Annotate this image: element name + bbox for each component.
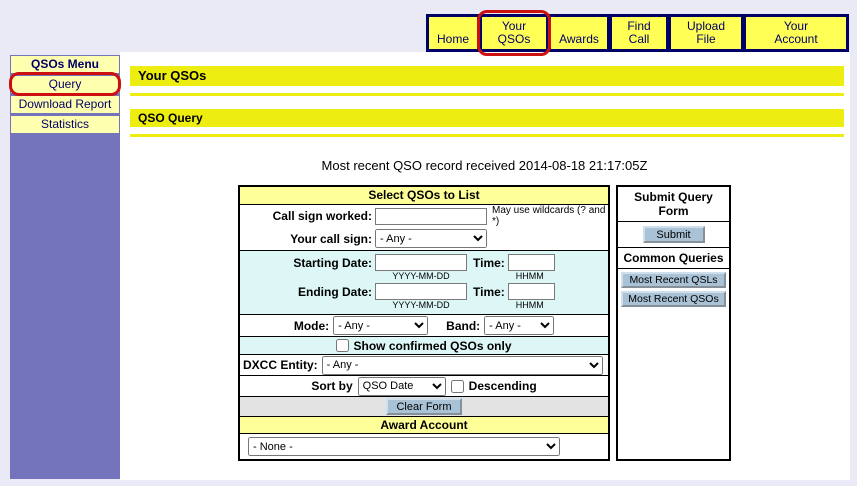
tab-awards[interactable]: Awards [551, 17, 607, 49]
submit-row: Submit [618, 222, 729, 248]
sidebar-item-download-report-label: Download Report [19, 97, 112, 111]
mode-select[interactable]: - Any - [333, 316, 428, 335]
tab-home-label: Home [437, 33, 469, 46]
wildcards-note: May use wildcards (? and *) [492, 205, 608, 227]
your-call-sign-select[interactable]: - Any - [375, 229, 487, 248]
sidebar-item-download-report[interactable]: Download Report [11, 96, 119, 113]
form-header: Select QSOs to List [240, 187, 608, 204]
tab-upload-file-label: Upload File [687, 20, 725, 46]
ending-date-row: Ending Date: YYYY-MM-DD Time: HHMM [240, 282, 608, 311]
common-queries-title: Common Queries [618, 248, 729, 269]
mode-band-row: Mode: - Any - Band: - Any - [240, 314, 608, 336]
yellow-divider [130, 93, 844, 96]
award-account-header: Award Account [240, 416, 608, 433]
ending-time-format-hint: HHMM [516, 300, 544, 310]
band-select[interactable]: - Any - [484, 316, 554, 335]
submit-button[interactable]: Submit [643, 226, 705, 243]
sidebar-item-query[interactable]: Query [11, 76, 119, 93]
starting-time-format-hint: HHMM [516, 271, 544, 281]
section-title: QSO Query [138, 111, 203, 125]
yellow-divider [130, 134, 844, 137]
qso-query-form: Select QSOs to List Call sign worked: Ma… [238, 185, 610, 461]
sort-by-row: Sort by QSO Date Descending [240, 375, 608, 396]
sidebar-title-label: QSOs Menu [31, 57, 99, 71]
dxcc-entity-row: DXCC Entity: - Any - [240, 354, 608, 375]
query-area: Select QSOs to List Call sign worked: Ma… [238, 185, 850, 461]
tab-your-qsos[interactable]: Your QSOs [482, 17, 546, 49]
status-line: Most recent QSO record received 2014-08-… [238, 158, 731, 173]
sidebar: QSOs Menu Query Download Report Statisti… [10, 55, 120, 479]
ending-time-field: HHMM [505, 283, 555, 310]
tab-awards-label: Awards [559, 33, 599, 46]
ending-date-format-hint: YYYY-MM-DD [392, 300, 449, 310]
tab-your-account[interactable]: Your Account [746, 17, 846, 49]
sort-by-select[interactable]: QSO Date [358, 377, 446, 396]
ending-date-label: Ending Date: [240, 283, 375, 301]
award-account-select[interactable]: - None - [248, 437, 560, 456]
your-call-sign-label: Your call sign: [240, 232, 375, 246]
call-sign-worked-row: Call sign worked: May use wildcards (? a… [240, 204, 608, 227]
award-account-row: - None - [240, 433, 608, 459]
starting-time-input[interactable] [508, 254, 555, 271]
descending-checkbox[interactable] [451, 380, 464, 393]
call-sign-worked-input[interactable] [375, 208, 487, 225]
section-title-banner: QSO Query [130, 109, 844, 127]
sort-by-label: Sort by [311, 379, 352, 393]
starting-date-label: Starting Date: [240, 254, 375, 272]
top-nav: Home Your QSOs Awards Find Call Upload F… [426, 14, 849, 52]
date-range-section: Starting Date: YYYY-MM-DD Time: HHMM End… [240, 250, 608, 314]
sidebar-item-query-label: Query [49, 77, 82, 91]
ending-date-field: YYYY-MM-DD [375, 283, 467, 310]
starting-time-label: Time: [473, 254, 505, 272]
confirmed-only-row: Show confirmed QSOs only [240, 336, 608, 354]
mode-label: Mode: [294, 319, 329, 333]
your-call-sign-row: Your call sign: - Any - [240, 227, 608, 250]
page-title-banner: Your QSOs [130, 66, 844, 86]
tab-your-qsos-label: Your QSOs [498, 20, 531, 46]
call-sign-worked-label: Call sign worked: [240, 209, 375, 223]
most-recent-qsos-button[interactable]: Most Recent QSOs [621, 291, 726, 307]
tab-find-call[interactable]: Find Call [612, 17, 666, 49]
tab-your-account-label: Your Account [774, 20, 817, 46]
ending-time-input[interactable] [508, 283, 555, 300]
starting-date-row: Starting Date: YYYY-MM-DD Time: HHMM [240, 253, 608, 282]
main-content: Your QSOs QSO Query Most recent QSO reco… [120, 52, 850, 480]
common-queries-buttons: Most Recent QSLs Most Recent QSOs [618, 269, 729, 310]
sidebar-item-statistics-label: Statistics [41, 117, 89, 131]
sidebar-item-statistics[interactable]: Statistics [11, 116, 119, 133]
starting-date-input[interactable] [375, 254, 467, 271]
show-confirmed-label: Show confirmed QSOs only [353, 339, 511, 353]
tab-home[interactable]: Home [429, 17, 477, 49]
most-recent-qsls-button[interactable]: Most Recent QSLs [621, 272, 726, 288]
starting-time-field: HHMM [505, 254, 555, 281]
tab-find-call-label: Find Call [627, 20, 650, 46]
ending-date-input[interactable] [375, 283, 467, 300]
dxcc-entity-label: DXCC Entity: [240, 358, 318, 372]
ending-time-label: Time: [473, 283, 505, 301]
band-label: Band: [446, 319, 480, 333]
starting-date-field: YYYY-MM-DD [375, 254, 467, 281]
clear-form-row: Clear Form [240, 396, 608, 416]
descending-label: Descending [469, 379, 537, 393]
dxcc-entity-select[interactable]: - Any - [322, 356, 603, 375]
tab-upload-file[interactable]: Upload File [671, 17, 741, 49]
submit-query-form-title: Submit Query Form [618, 187, 729, 222]
page: Home Your QSOs Awards Find Call Upload F… [0, 0, 857, 486]
submit-query-panel: Submit Query Form Submit Common Queries … [616, 185, 731, 461]
sidebar-title: QSOs Menu [11, 56, 119, 73]
starting-date-format-hint: YYYY-MM-DD [392, 271, 449, 281]
show-confirmed-checkbox[interactable] [336, 339, 349, 352]
clear-form-button[interactable]: Clear Form [386, 398, 461, 415]
page-title: Your QSOs [138, 68, 206, 83]
